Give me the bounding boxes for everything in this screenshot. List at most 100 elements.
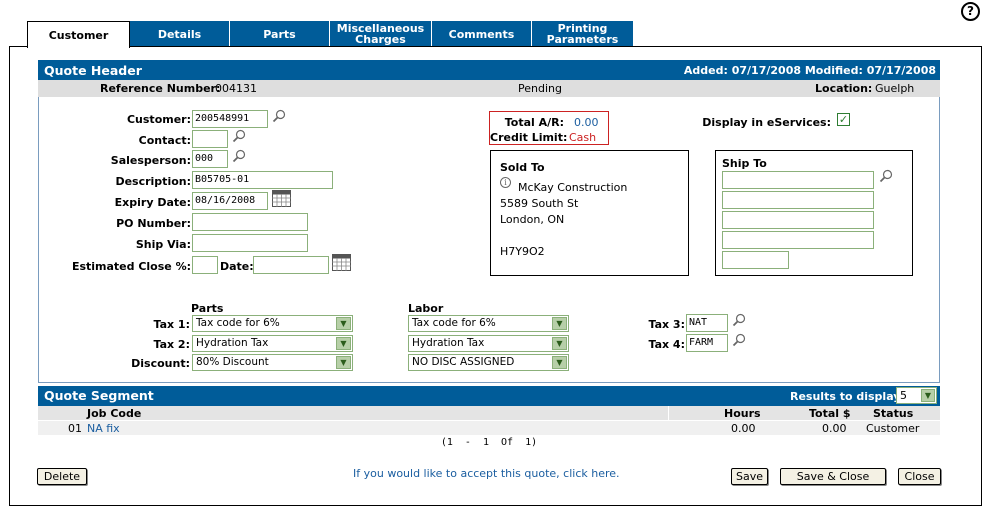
chevron-down-icon: ▼ <box>921 389 935 402</box>
ship-to-lookup-icon[interactable] <box>879 169 893 183</box>
quote-header-bar: Quote Header Added: 07/17/2008 Modified:… <box>38 60 940 80</box>
column-divider <box>668 406 669 420</box>
select-value: 80% Discount <box>196 356 269 368</box>
total-ar-label: Total A/R: <box>504 116 564 129</box>
customer-field[interactable]: 200548991 <box>192 110 268 128</box>
sold-to-line1: 5589 South St <box>500 197 579 210</box>
parts-tax2-select[interactable]: Hydration Tax ▼ <box>192 335 353 352</box>
salesperson-field[interactable]: 000 <box>192 150 228 168</box>
tab-miscellaneous-charges[interactable]: Miscellaneous Charges <box>330 21 432 47</box>
close-date-calendar-icon[interactable] <box>332 254 351 271</box>
select-value: Hydration Tax <box>412 337 485 349</box>
tax1-label: Tax 1: <box>153 318 191 331</box>
tab-comments[interactable]: Comments <box>432 21 532 47</box>
discount-label: Discount: <box>131 357 190 370</box>
close-button[interactable]: Close <box>898 468 941 485</box>
ship-to-line-2[interactable] <box>722 191 874 209</box>
added-label: Added: <box>683 64 728 77</box>
column-total[interactable]: Total $ <box>809 407 851 420</box>
expiry-date-field[interactable]: 08/16/2008 <box>192 192 268 210</box>
credit-limit-label: Credit Limit: <box>490 131 568 144</box>
reference-value: 004131 <box>215 82 257 95</box>
segment-table-header: Job Code Hours Total $ Status <box>38 406 940 420</box>
pager-text: (1 - 1 Of 1) <box>440 437 538 448</box>
tab-details[interactable]: Details <box>130 21 230 47</box>
sold-to-name: McKay Construction <box>518 181 628 194</box>
status-text: Pending <box>518 82 562 95</box>
chevron-down-icon: ▼ <box>336 317 351 330</box>
tab-label: Details <box>157 27 202 41</box>
ship-via-field[interactable] <box>192 234 308 252</box>
tax4-lookup-icon[interactable] <box>732 333 746 347</box>
save-button[interactable]: Save <box>731 468 768 485</box>
ship-to-line-1[interactable] <box>722 171 874 189</box>
total-ar-value: 0.00 <box>574 116 599 129</box>
info-icon[interactable]: i <box>500 177 511 188</box>
customer-lookup-icon[interactable] <box>272 109 286 123</box>
estimated-close-field[interactable] <box>192 256 218 274</box>
row-hours: 0.00 <box>731 422 756 435</box>
select-value: NO DISC ASSIGNED <box>412 356 515 368</box>
column-job-code[interactable]: Job Code <box>87 407 141 420</box>
row-number: 01 <box>68 422 82 435</box>
salesperson-label: Salesperson: <box>110 154 191 167</box>
quote-summary-bar: Reference Number: 004131 Pending Locatio… <box>38 80 940 97</box>
results-select[interactable]: 5 ▼ <box>896 387 937 404</box>
added-modified: Added: 07/17/2008 Modified: 07/17/2008 <box>684 64 936 77</box>
ship-to-box: Ship To <box>715 150 913 276</box>
credit-limit-value: Cash <box>569 131 597 144</box>
panel-title: Quote Header <box>44 63 142 78</box>
row-total: 0.00 <box>822 422 847 435</box>
ship-to-line-3[interactable] <box>722 211 874 229</box>
location-value: Guelph <box>875 82 915 95</box>
parts-tax1-select[interactable]: Tax code for 6% ▼ <box>192 315 353 332</box>
salesperson-lookup-icon[interactable] <box>232 149 246 163</box>
tab-printing-parameters[interactable]: Printing Parameters <box>532 21 634 47</box>
accept-quote-link[interactable]: If you would like to accept this quote, … <box>353 467 620 480</box>
ship-via-label: Ship Via: <box>135 238 191 251</box>
tab-label: Customer <box>48 28 109 42</box>
tax4-field[interactable]: FARM <box>686 334 728 352</box>
select-value: Tax code for 6% <box>412 317 496 329</box>
eservices-checkbox[interactable]: ✓ <box>837 113 850 126</box>
tab-customer[interactable]: Customer <box>27 21 130 48</box>
ship-to-line-5[interactable] <box>722 251 789 269</box>
table-row[interactable]: 01 NA fix 0.00 0.00 Customer <box>38 421 940 435</box>
job-code-link[interactable]: NA fix <box>87 422 120 435</box>
results-value: 5 <box>900 389 907 402</box>
select-value: Hydration Tax <box>196 337 269 349</box>
column-hours[interactable]: Hours <box>724 407 761 420</box>
tax3-lookup-icon[interactable] <box>732 313 746 327</box>
results-label: Results to display: <box>790 390 905 403</box>
sold-to-line2: London, ON <box>500 213 565 226</box>
column-status[interactable]: Status <box>873 407 913 420</box>
tab-label: Printing Parameters <box>546 22 619 46</box>
expiry-calendar-icon[interactable] <box>272 190 291 207</box>
chevron-down-icon: ▼ <box>336 337 351 350</box>
labor-tax2-select[interactable]: Hydration Tax ▼ <box>408 335 569 352</box>
ship-to-line-4[interactable] <box>722 231 874 249</box>
expiry-date-label: Expiry Date: <box>114 196 191 209</box>
help-icon[interactable]: ? <box>961 2 980 21</box>
contact-field[interactable] <box>192 130 228 148</box>
reference-label: Reference Number: <box>100 82 221 95</box>
contact-lookup-icon[interactable] <box>232 129 246 143</box>
labor-tax1-select[interactable]: Tax code for 6% ▼ <box>408 315 569 332</box>
added-value: 07/17/2008 <box>731 64 801 77</box>
description-field[interactable]: B05705-01 <box>192 171 333 189</box>
po-number-field[interactable] <box>192 213 308 231</box>
parts-discount-select[interactable]: 80% Discount ▼ <box>192 354 353 371</box>
chevron-down-icon: ▼ <box>552 337 567 350</box>
save-close-button[interactable]: Save & Close <box>780 468 886 485</box>
contact-label: Contact: <box>138 134 191 147</box>
estimated-close-label: Estimated Close %: <box>71 260 191 273</box>
segment-title: Quote Segment <box>44 388 154 403</box>
delete-button[interactable]: Delete <box>37 468 87 485</box>
tax3-field[interactable]: NAT <box>686 314 728 332</box>
quote-segment-bar: Quote Segment Results to display: 5 ▼ <box>38 386 940 406</box>
close-date-field[interactable] <box>253 256 329 274</box>
eservices-label: Display in eServices: <box>702 116 831 129</box>
chevron-down-icon: ▼ <box>552 356 567 369</box>
tab-parts[interactable]: Parts <box>230 21 330 47</box>
labor-discount-select[interactable]: NO DISC ASSIGNED ▼ <box>408 354 569 371</box>
